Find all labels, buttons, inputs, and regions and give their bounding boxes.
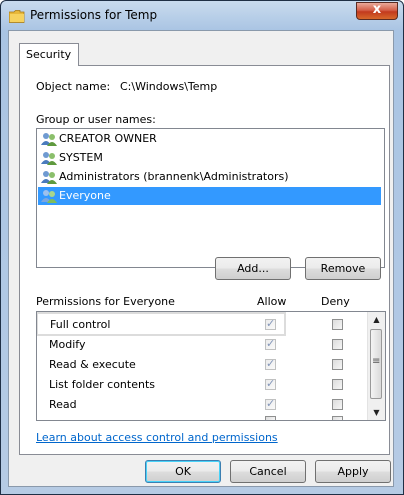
apply-button[interactable]: Apply: [315, 460, 391, 483]
list-item-system[interactable]: SYSTEM: [38, 149, 381, 167]
object-name-label: Object name:: [36, 80, 111, 93]
permissions-list: Full control Modify Read & execute List …: [36, 311, 386, 421]
deny-next-checkbox[interactable]: [332, 416, 343, 420]
permission-name: Read & execute: [49, 358, 136, 371]
scroll-thumb[interactable]: [370, 329, 382, 399]
permissions-scrollbar[interactable]: ▲ ▼: [367, 312, 385, 420]
allow-column-header: Allow: [257, 295, 287, 308]
tab-security-label: Security: [26, 48, 72, 61]
permission-name: Read: [49, 398, 77, 411]
folder-icon: [9, 10, 25, 23]
ok-button[interactable]: OK: [145, 460, 221, 483]
title-bar[interactable]: Permissions for Temp x: [1, 1, 403, 31]
table-row: Read & execute: [37, 354, 368, 374]
window-title: Permissions for Temp: [30, 8, 158, 22]
group-user-names-label: Group or user names:: [36, 113, 156, 126]
tab-security[interactable]: Security: [19, 43, 79, 66]
deny-list-folder-contents-checkbox[interactable]: [332, 379, 343, 390]
users-icon: [41, 190, 57, 203]
user-label: Administrators (brannenk\Administrators): [59, 170, 289, 183]
allow-next-checkbox[interactable]: [265, 416, 276, 420]
learn-access-control-link[interactable]: Learn about access control and permissio…: [36, 431, 278, 444]
scroll-up-icon[interactable]: ▲: [368, 312, 385, 327]
permission-name: List folder contents: [49, 378, 155, 391]
user-label: Everyone: [59, 189, 111, 202]
user-label: CREATOR OWNER: [59, 132, 157, 145]
remove-button[interactable]: Remove: [305, 257, 381, 280]
deny-full-control-checkbox[interactable]: [332, 319, 343, 330]
table-row: Modify: [37, 334, 368, 354]
list-item-everyone[interactable]: Everyone: [38, 187, 381, 205]
allow-read-execute-checkbox[interactable]: [265, 357, 276, 370]
allow-list-folder-contents-checkbox[interactable]: [265, 377, 276, 390]
permission-name: Modify: [49, 338, 86, 351]
users-list[interactable]: CREATOR OWNER SYSTEM Administrators (bra…: [36, 128, 385, 268]
table-row: Read: [37, 394, 368, 414]
allow-modify-checkbox[interactable]: [265, 337, 276, 350]
close-icon: x: [372, 2, 382, 17]
cancel-button[interactable]: Cancel: [230, 460, 306, 483]
user-label: SYSTEM: [59, 151, 103, 164]
allow-read-checkbox[interactable]: [265, 397, 276, 410]
permissions-for-label: Permissions for Everyone: [36, 295, 175, 308]
add-button[interactable]: Add...: [215, 257, 291, 280]
list-item-administrators[interactable]: Administrators (brannenk\Administrators): [38, 168, 381, 186]
users-icon: [41, 152, 57, 165]
deny-read-execute-checkbox[interactable]: [332, 359, 343, 370]
users-icon: [41, 171, 57, 184]
table-row: Full control: [38, 314, 284, 334]
close-button[interactable]: x: [356, 2, 398, 20]
scroll-down-icon[interactable]: ▼: [368, 405, 385, 420]
object-name-value: C:\Windows\Temp: [120, 80, 218, 93]
deny-read-checkbox[interactable]: [332, 399, 343, 410]
permission-name: Full control: [50, 318, 111, 331]
deny-modify-checkbox[interactable]: [332, 339, 343, 350]
users-icon: [41, 133, 57, 146]
list-item-creator-owner[interactable]: CREATOR OWNER: [38, 130, 381, 148]
allow-full-control-checkbox[interactable]: [265, 317, 276, 330]
deny-column-header: Deny: [321, 295, 350, 308]
table-row: List folder contents: [37, 374, 368, 394]
